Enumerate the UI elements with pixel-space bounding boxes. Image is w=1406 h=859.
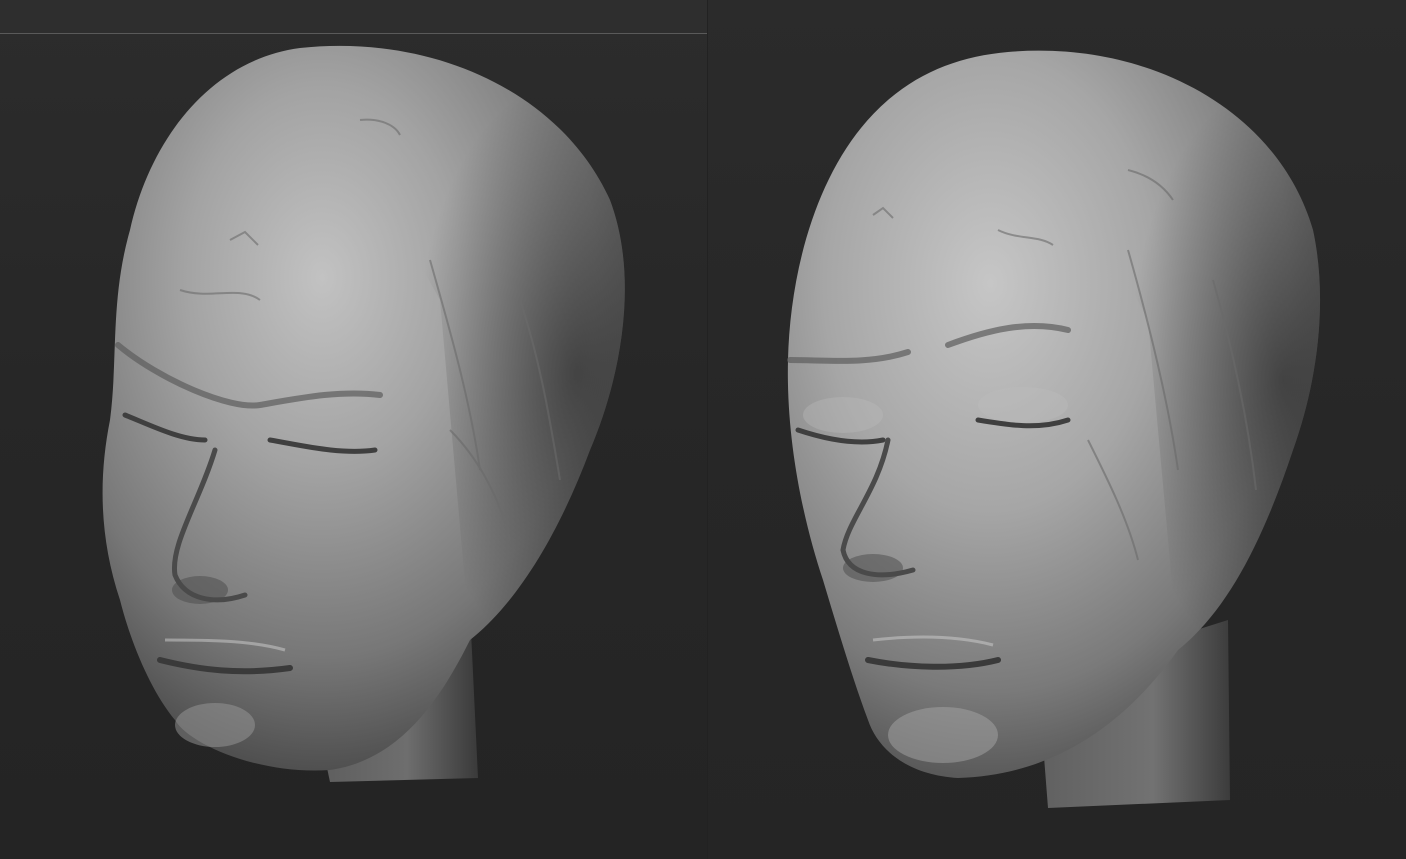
sculpted-head-icon[interactable] [0, 0, 708, 859]
chin [888, 707, 998, 763]
viewport-right[interactable] [708, 0, 1406, 859]
nostril-shadow [843, 554, 903, 582]
chin [175, 703, 255, 747]
left-eyelid [803, 397, 883, 433]
sculpt-comparison-canvas [0, 0, 1406, 859]
nostril-shadow [172, 576, 228, 604]
sculpted-head-icon[interactable] [708, 0, 1406, 859]
viewport-left[interactable] [0, 0, 708, 859]
right-eyelid [978, 387, 1068, 423]
